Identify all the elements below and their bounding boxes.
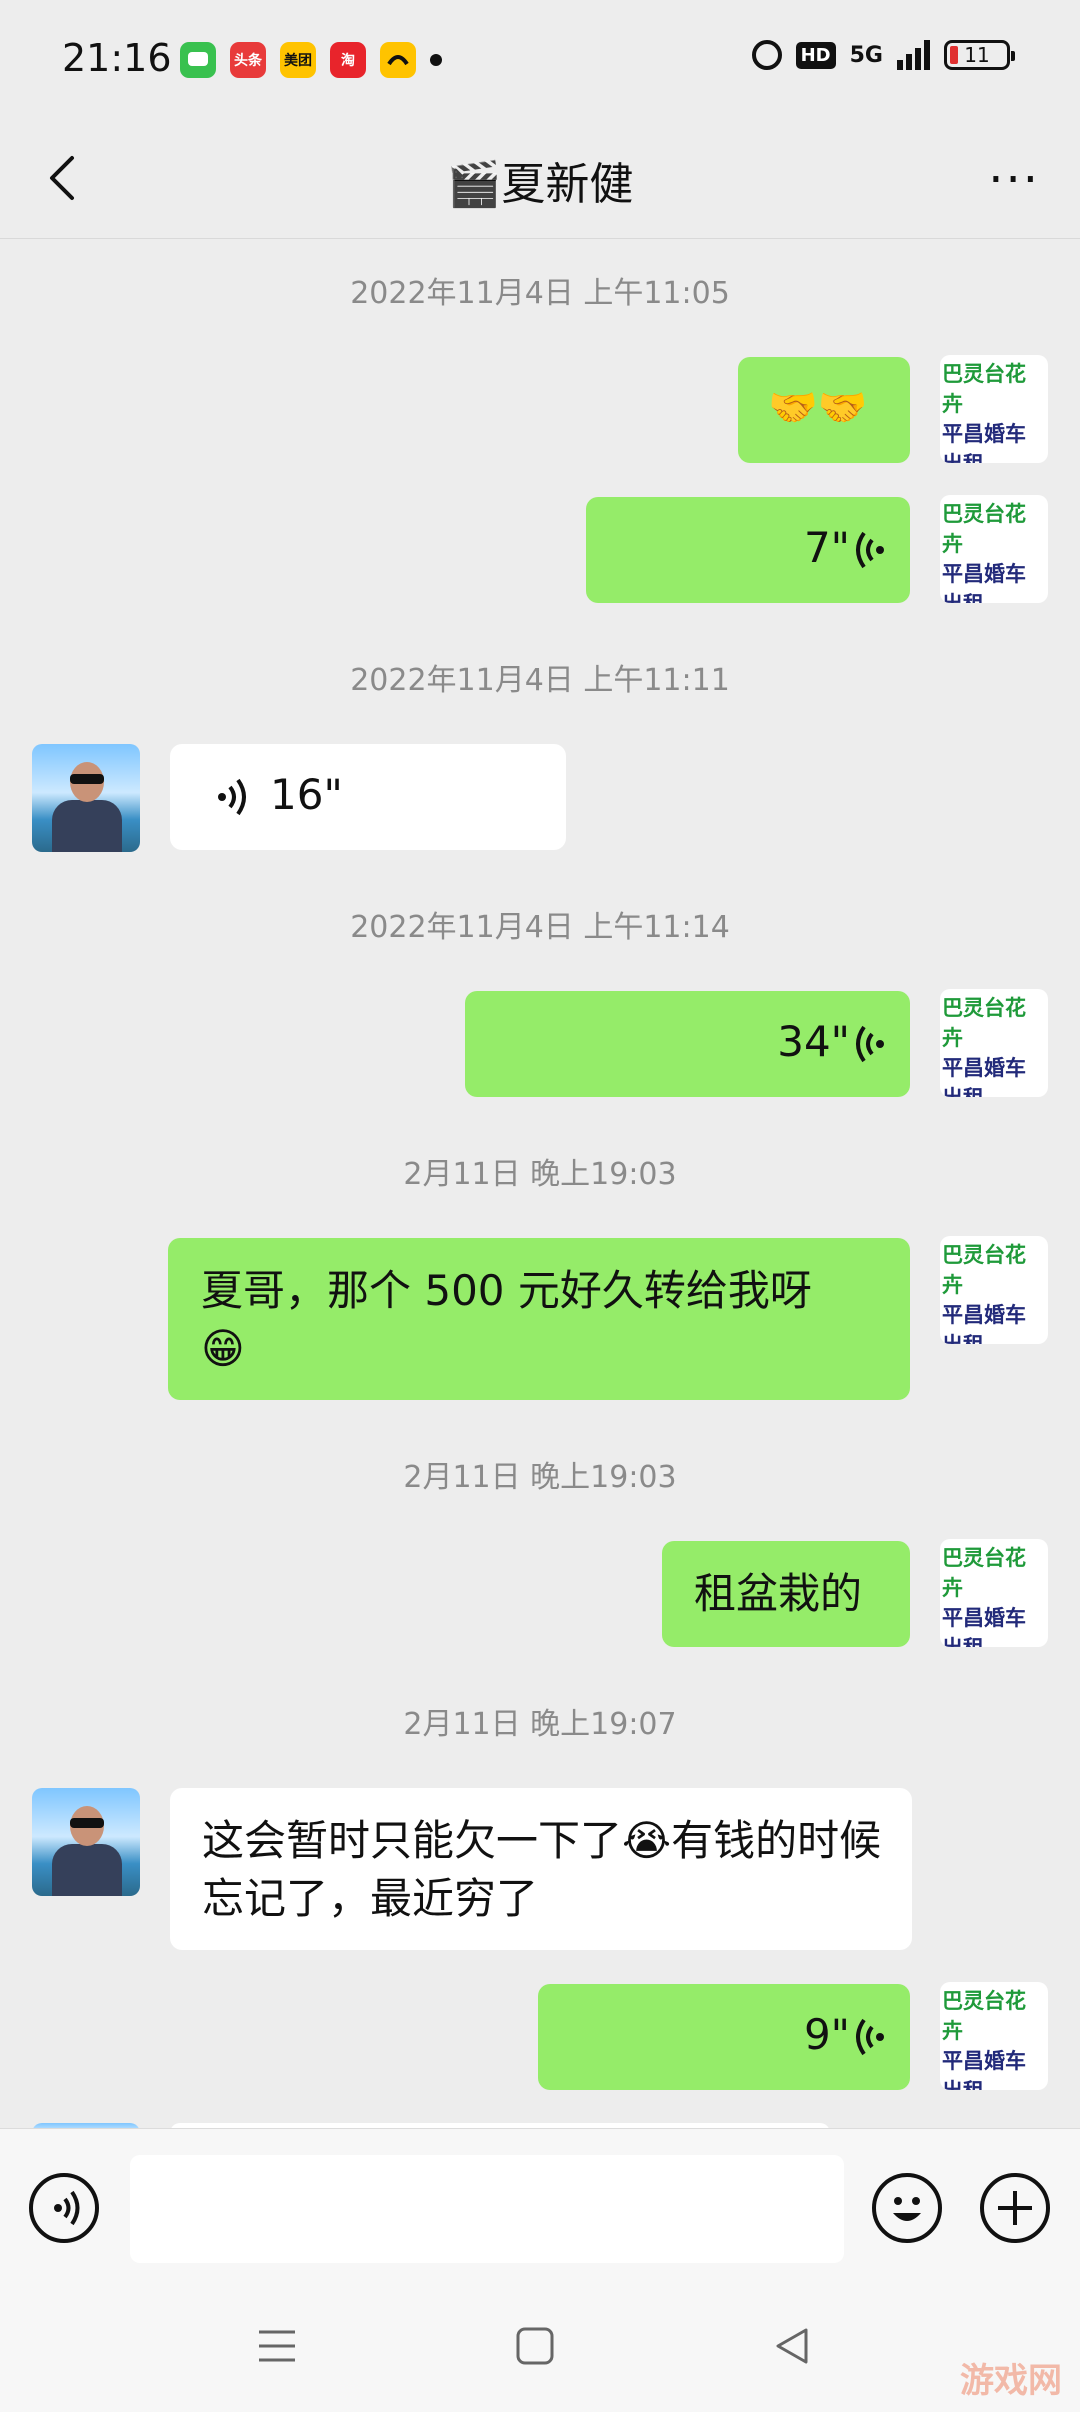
- voice-duration: 7": [803, 523, 850, 572]
- back-nav-icon[interactable]: [772, 2326, 812, 2366]
- hd-icon: HD: [795, 41, 836, 69]
- contact-avatar[interactable]: [32, 744, 140, 852]
- message-bubble-outgoing[interactable]: 夏哥，那个 500 元好久转给我呀 😁: [168, 1238, 910, 1400]
- smiley-icon: [893, 2197, 921, 2221]
- avatar-text-line2: 平昌婚车出租: [942, 422, 1026, 463]
- message-text: 租盆栽的: [694, 1569, 863, 1618]
- message-text: 夏哥，那个 500 元好久转给我呀: [201, 1266, 812, 1315]
- avatar-text-line1: 巴灵台花卉: [942, 1989, 1026, 2043]
- message-input[interactable]: [130, 2155, 844, 2263]
- status-bar: 21:16 头条 美团 淘 HD 5G 11: [0, 0, 1080, 120]
- avatar-text-line1: 巴灵台花卉: [942, 1243, 1026, 1297]
- avatar-text-line1: 巴灵台花卉: [942, 996, 1026, 1050]
- my-avatar[interactable]: 巴灵台花卉 平昌婚车出租 15882735224: [940, 989, 1048, 1097]
- toutiao-app-icon: 头条: [230, 42, 266, 78]
- avatar-text-line2: 平昌婚车出租: [942, 1606, 1026, 1647]
- avatar-text-line1: 巴灵台花卉: [942, 1546, 1026, 1600]
- status-time: 21:16: [62, 36, 172, 80]
- voice-wave-icon: [856, 1025, 884, 1063]
- avatar-text-line2: 平昌婚车出租: [942, 562, 1026, 603]
- messages-app-icon: [180, 42, 216, 78]
- chat-title: 🎬夏新健: [446, 159, 634, 210]
- system-nav-bar: 游戏网: [0, 2280, 1080, 2412]
- message-text: 这会暂时只能欠一下了😭有钱的时候忘记了，最近穷了: [202, 1816, 882, 1923]
- my-avatar[interactable]: 巴灵台花卉 平昌婚车出租 15882735224: [940, 1236, 1048, 1344]
- timestamp: 2022年11月4日 上午11:14: [350, 910, 730, 945]
- timestamp: 2月11日 晚上19:03: [403, 1460, 677, 1495]
- my-avatar[interactable]: 巴灵台花卉 平昌婚车出租 15882735224: [940, 495, 1048, 603]
- message-bubble-outgoing[interactable]: 🤝🤝: [738, 357, 910, 463]
- home-nav-icon[interactable]: [515, 2326, 555, 2366]
- plus-icon: [998, 2191, 1032, 2225]
- battery-level: 11: [964, 43, 990, 67]
- battery-icon: 11: [944, 40, 1015, 70]
- meituan-app-icon: 美团: [280, 42, 316, 78]
- message-bubble-incoming[interactable]: 这会暂时只能欠一下了😭有钱的时候忘记了，最近穷了: [170, 1788, 912, 1950]
- alarm-icon: [751, 40, 782, 70]
- voice-input-button[interactable]: [29, 2173, 99, 2243]
- more-options-icon[interactable]: ···: [988, 152, 1040, 208]
- avatar-text-line2: 平昌婚车出租: [942, 2049, 1026, 2090]
- input-bar: [0, 2128, 1080, 2281]
- more-functions-button[interactable]: [980, 2173, 1050, 2243]
- avatar-text-line1: 巴灵台花卉: [942, 362, 1026, 416]
- voice-duration: 34": [777, 1017, 850, 1066]
- voice-wave-icon: [218, 778, 246, 816]
- voice-wave-icon: [856, 531, 884, 569]
- my-avatar[interactable]: 巴灵台花卉 平昌婚车出租 15882735224: [940, 1982, 1048, 2090]
- menu-nav-icon[interactable]: [257, 2326, 297, 2366]
- grin-emoji: 😁: [201, 1324, 245, 1373]
- watermark-text: 游戏网: [960, 2361, 1062, 2401]
- my-avatar[interactable]: 巴灵台花卉 平昌婚车出租 15882735224: [940, 1539, 1048, 1647]
- voice-wave-icon: [54, 2190, 80, 2226]
- network-type-label: 5G: [849, 42, 883, 68]
- voice-duration: 9": [803, 2010, 850, 2059]
- message-list[interactable]: 2022年11月4日 上午11:05 🤝🤝 巴灵台花卉 平昌婚车出租 15882…: [0, 238, 1080, 2128]
- voice-message-outgoing[interactable]: 7": [586, 497, 910, 603]
- chat-header: 🎬夏新健 ···: [0, 120, 1080, 239]
- timestamp: 2022年11月4日 上午11:05: [350, 276, 730, 311]
- signal-bars-icon: [897, 40, 930, 70]
- avatar-text-line2: 平昌婚车出租: [942, 1303, 1026, 1344]
- contact-avatar[interactable]: [32, 1788, 140, 1896]
- timestamp: 2月11日 晚上19:03: [403, 1157, 677, 1192]
- voice-message-outgoing[interactable]: 34": [465, 991, 910, 1097]
- voice-wave-icon: [856, 2018, 884, 2056]
- more-notifications-dot-icon: [430, 54, 442, 66]
- taobao-app-icon: 淘: [330, 42, 366, 78]
- message-bubble-outgoing[interactable]: 租盆栽的: [662, 1541, 910, 1647]
- emoji-text: 🤝🤝: [768, 385, 868, 431]
- voice-message-outgoing[interactable]: 9": [538, 1984, 910, 2090]
- timestamp: 2月11日 晚上19:07: [403, 1707, 677, 1742]
- system-status: HD 5G 11: [751, 40, 1015, 70]
- emoji-button[interactable]: [872, 2173, 942, 2243]
- yellow-app-icon: [380, 42, 416, 78]
- timestamp: 2022年11月4日 上午11:11: [350, 663, 730, 698]
- my-avatar[interactable]: 巴灵台花卉 平昌婚车出租 15882735224: [940, 355, 1048, 463]
- avatar-text-line2: 平昌婚车出租: [942, 1056, 1026, 1097]
- avatar-text-line1: 巴灵台花卉: [942, 502, 1026, 556]
- voice-message-incoming[interactable]: 16": [170, 744, 566, 850]
- notification-icons: 头条 美团 淘: [180, 42, 442, 78]
- voice-duration: 16": [270, 770, 343, 819]
